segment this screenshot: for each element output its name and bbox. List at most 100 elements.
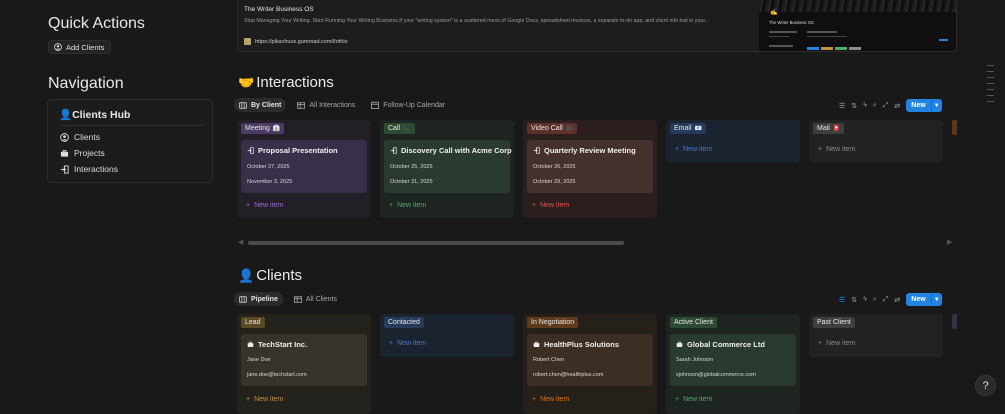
card-title: Global Commerce Ltd [676,340,765,349]
card-contact-name: Robert Chen [533,357,565,363]
tab-label: Follow-Up Calendar [383,101,446,109]
board-column-partial [952,314,957,329]
card-contact-name: Sarah Johnson [676,357,713,363]
outline-marker[interactable] [987,65,994,66]
horizontal-scrollbar[interactable] [248,241,624,245]
tag-label: Contacted [388,319,420,326]
plus-icon: + [675,396,680,403]
outline-marker[interactable] [987,77,994,78]
scroll-right-icon[interactable]: ▶ [947,238,952,246]
new-item-button[interactable]: + New item [532,396,569,403]
table-icon [293,295,302,303]
search-icon[interactable]: ⌕ [873,296,877,304]
postbox-icon: 📮 [832,126,841,132]
outline-marker[interactable] [987,89,994,90]
card-title: Proposal Presentation [247,146,338,155]
outline-marker[interactable] [987,101,994,102]
status-tag: Active Client [670,317,717,328]
card-title-text: HealthPlus Solutions [544,340,620,349]
settings-icon[interactable]: ⇄ [894,102,900,110]
sort-icon[interactable]: ⇅ [851,296,857,304]
board-card[interactable]: Proposal Presentation October 27, 2025 N… [241,140,367,193]
tab-all-interactions[interactable]: All Interactions [292,98,360,112]
interactions-toolbar: ☰ ⇅ ϟ ⌕ ⤢ ⇄ New ▼ [839,99,942,112]
status-tag: Contacted [384,317,424,328]
search-icon[interactable]: ⌕ [873,102,877,110]
new-item-button[interactable]: + New item [389,202,426,209]
help-button[interactable]: ? [975,375,996,396]
board-card[interactable]: HealthPlus Solutions Robert Chen robert.… [527,334,653,386]
favicon-icon [244,38,251,45]
chevron-down-icon[interactable]: ▼ [930,99,942,112]
board-card[interactable]: Global Commerce Ltd Sarah Johnson sjohns… [670,334,796,386]
board-card[interactable]: Discovery Call with Acme Corp October 25… [384,140,512,193]
new-item-button[interactable]: + New item [818,146,855,153]
card-contact-email: sjohnson@globalcommerce.com [676,372,756,378]
tab-all-clients[interactable]: All Clients [289,292,342,306]
automation-icon[interactable]: ϟ [863,296,867,303]
bookmark-card[interactable]: The Writer Business OS Stop Managing You… [237,0,957,52]
interactions-view-tabs: By Client All Interactions Follow-Up Cal… [234,98,450,112]
clients-title: 👤 Clients [238,267,302,284]
new-button[interactable]: New ▼ [906,99,942,112]
expand-icon[interactable]: ⤢ [883,102,889,110]
expand-icon[interactable]: ⤢ [883,296,889,304]
user-circle-icon [54,43,62,51]
new-item-label: New item [397,202,427,209]
new-item-label: New item [397,340,427,347]
outline-marker[interactable] [987,95,994,96]
scroll-left-icon[interactable]: ◀ [238,238,243,246]
phone-icon: 📞 [403,126,411,132]
new-item-label: New item [826,340,856,347]
bookmark-url[interactable]: https://pikachuux.gumroad.com/l/ofrlio [244,38,348,45]
card-title-text: Quarterly Review Meeting [544,146,636,155]
add-clients-button[interactable]: Add Clients [48,40,112,54]
plus-icon: + [675,146,680,153]
board-column-contacted: Contacted + New item [380,314,514,357]
automation-icon[interactable]: ϟ [863,102,867,109]
quick-actions-title: Quick Actions [48,15,145,32]
outline-marker[interactable] [987,71,994,72]
tab-pipeline[interactable]: Pipeline [234,292,283,306]
nav-item-interactions[interactable]: Interactions [60,164,118,174]
nav-item-clients[interactable]: Clients [60,132,100,142]
new-item-button[interactable]: + New item [246,202,283,209]
briefcase-icon [60,149,69,157]
plus-icon: + [246,396,251,403]
nav-item-projects[interactable]: Projects [60,148,105,158]
sort-icon[interactable]: ⇅ [851,102,857,110]
new-item-label: New item [540,202,570,209]
new-button[interactable]: New ▼ [906,293,942,306]
card-contact-email: robert.chen@healthplus.com [533,372,604,378]
outline-marker[interactable] [987,83,994,84]
new-item-button[interactable]: + New item [246,396,283,403]
plus-icon: + [818,340,823,347]
tag-label: Video Call [531,125,563,132]
calendar-icon [371,101,380,109]
filter-icon[interactable]: ☰ [839,296,845,304]
new-item-button[interactable]: + New item [532,202,569,209]
new-item-button[interactable]: + New item [675,146,712,153]
tag-label: Lead [245,319,261,326]
tab-follow-up-calendar[interactable]: Follow-Up Calendar [366,98,450,112]
plus-icon: + [818,146,823,153]
settings-icon[interactable]: ⇄ [894,296,900,304]
plus-icon: + [246,202,251,209]
navigation-title: Navigation [48,75,124,92]
board-card[interactable]: TechStart Inc. Jane Doe jane.doe@techsta… [241,334,367,386]
thumb-title: The Writer Business OS [769,20,814,25]
card-date: October 26, 2025 [533,164,576,170]
board-icon [239,295,247,303]
thumb-emoji-icon: ✍️ [770,10,778,16]
filter-icon[interactable]: ☰ [839,102,845,110]
new-item-button[interactable]: + New item [818,340,855,347]
briefcase-icon [533,341,540,347]
card-date: October 27, 2025 [247,164,290,170]
board-card[interactable]: Quarterly Review Meeting October 26, 202… [527,140,653,193]
chevron-down-icon[interactable]: ▼ [930,293,942,306]
tag-label: Meeting [245,125,270,132]
new-item-button[interactable]: + New item [675,396,712,403]
new-item-button[interactable]: + New item [389,340,426,347]
tab-by-client[interactable]: By Client [234,98,287,112]
user-circle-icon [60,132,69,142]
